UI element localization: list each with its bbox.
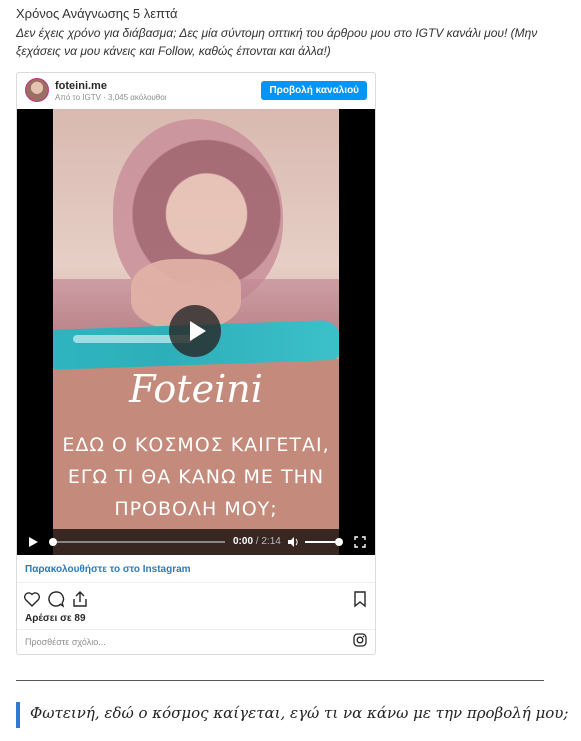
account-name[interactable]: foteini.me <box>55 80 107 92</box>
divider <box>17 582 375 583</box>
reading-time: Χρόνος Ανάγνωσης 5 λεπτά <box>16 6 178 21</box>
volume-icon[interactable] <box>287 536 299 548</box>
avatar[interactable] <box>25 78 49 102</box>
account-meta: Από το IGTV · 3,045 ακόλουθοι <box>55 93 167 102</box>
quote-text: Φωτεινή, εδώ ο κόσμος καίγεται, εγώ τι ν… <box>30 704 569 722</box>
play-icon[interactable] <box>169 305 221 357</box>
bookmark-icon[interactable] <box>351 590 369 608</box>
likes-count[interactable]: Αρέσει σε 89 <box>25 613 86 624</box>
instagram-icon[interactable] <box>353 633 367 647</box>
poster-tagline: ΕΔΩ Ο ΚΟΣΜΟΣ ΚΑΙΓΕΤΑΙ, ΕΓΩ ΤΙ ΘΑ ΚΑΝΩ ΜΕ… <box>62 434 330 520</box>
embed-header: foteini.me Από το IGTV · 3,045 ακόλουθοι… <box>17 73 375 107</box>
progress-track[interactable] <box>51 541 225 543</box>
heart-icon[interactable] <box>23 590 41 608</box>
intro-text: Δεν έχεις χρόνο για διάβασμα; Δες μία σύ… <box>16 26 538 58</box>
duration: / 2:14 <box>255 536 281 547</box>
player-controls: 0:00 / 2:14 <box>17 529 375 555</box>
volume-knob[interactable] <box>335 538 344 546</box>
volume-track[interactable] <box>305 541 340 543</box>
comment-input[interactable]: Προσθέστε σχόλιο... <box>25 637 106 647</box>
fullscreen-icon[interactable] <box>354 536 366 548</box>
action-bar <box>17 587 375 611</box>
view-channel-button[interactable]: Προβολή καναλιού <box>261 81 367 100</box>
instagram-embed: foteini.me Από το IGTV · 3,045 ακόλουθοι… <box>16 72 376 655</box>
time-display: 0:00 / 2:14 <box>233 536 281 547</box>
poster-brand: Foteini <box>129 367 263 411</box>
comment-icon[interactable] <box>47 590 65 608</box>
divider <box>17 629 375 630</box>
video-player[interactable]: Foteini ΕΔΩ Ο ΚΟΣΜΟΣ ΚΑΙΓΕΤΑΙ, ΕΓΩ ΤΙ ΘΑ… <box>17 109 375 555</box>
blockquote: Φωτεινή, εδώ ο κόσμος καίγεται, εγώ τι ν… <box>16 702 568 728</box>
watch-on-instagram-link[interactable]: Παρακολουθήστε το στο Instagram <box>25 564 191 575</box>
divider-rule <box>16 680 544 681</box>
current-time: 0:00 <box>233 536 254 547</box>
share-icon[interactable] <box>71 590 89 608</box>
progress-knob[interactable] <box>49 538 57 546</box>
play-control-icon[interactable] <box>29 537 38 547</box>
